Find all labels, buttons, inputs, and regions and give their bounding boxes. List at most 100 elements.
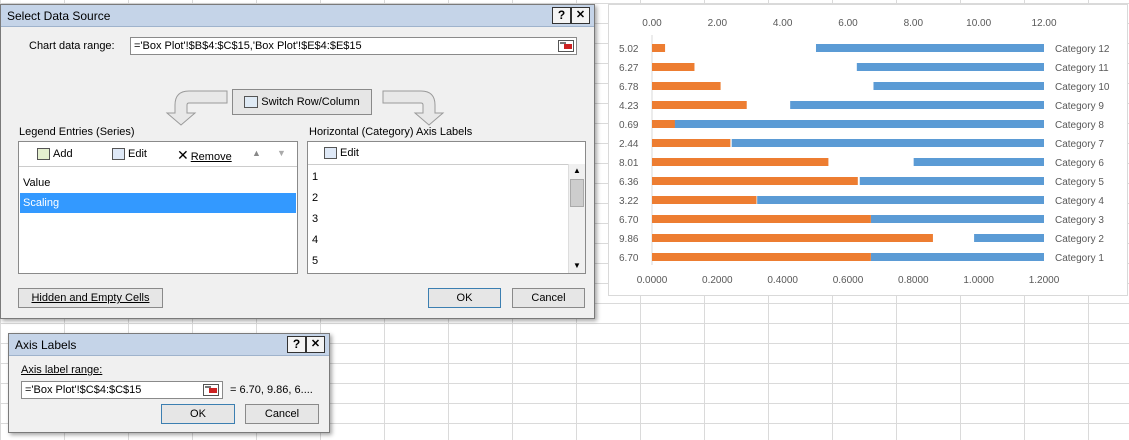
bar-series-2 [652,82,721,90]
bar-series-2 [652,44,666,52]
axis-dialog-titlebar[interactable]: Axis Labels ? ✕ [9,334,329,356]
bottom-axis-tick-label: 0.0000 [637,275,668,286]
bar-series-1 [859,177,1044,185]
close-button[interactable]: ✕ [306,336,325,353]
category-label: Category 4 [1055,196,1104,207]
legend-toolbar: Add Edit ✕ Remove ▲ ▼ [19,142,297,167]
category-label: Category 2 [1055,234,1104,245]
scroll-up-icon[interactable]: ▲ [570,164,584,178]
category-item[interactable]: 1 [312,167,318,187]
axis-labels-header: Horizontal (Category) Axis Labels [309,126,473,138]
chart-data-range-label: Chart data range: [29,40,115,52]
left-axis-label: 4.23 [619,101,639,112]
bar-series-2 [652,101,747,109]
axis-label-range-field[interactable]: ='Box Plot'!$C$4:$C$15 [21,381,223,399]
bar-series-2 [652,196,757,204]
bar-series-1 [856,63,1044,71]
bar-chart[interactable]: 0.00 2.00 4.00 6.00 8.00 10.00 12.00 0.0000 0.20… [608,4,1128,296]
axis-label-range-label: Axis label range: [21,364,103,376]
bottom-axis-tick-label: 1.2000 [1029,275,1060,286]
top-axis-tick-label: 10.00 [966,18,991,29]
collapse-range-icon[interactable] [558,40,574,52]
category-label: Category 5 [1055,177,1104,188]
scroll-down-icon[interactable]: ▼ [570,259,584,273]
select-data-source-dialog: Select Data Source ? ✕ Chart data range:… [0,4,595,319]
collapse-range-icon[interactable] [203,384,219,396]
axis-dialog-title: Axis Labels [15,338,77,352]
series-item-scaling[interactable]: Scaling [20,193,296,213]
help-button[interactable]: ? [552,7,571,24]
category-label: Category 6 [1055,158,1104,169]
scroll-thumb[interactable] [570,179,584,207]
edit-icon [112,148,125,161]
left-axis-label: 0.69 [619,120,639,131]
top-axis-tick-label: 2.00 [708,18,728,29]
switch-row-column-button[interactable]: Switch Row/Column [232,89,372,115]
bar-series-1 [731,139,1044,147]
bar-series-2 [652,253,871,261]
category-label: Category 3 [1055,215,1104,226]
top-axis-tick-label: 12.00 [1031,18,1056,29]
left-axis-label: 5.02 [619,44,639,55]
category-label: Category 11 [1055,63,1109,74]
bar-series-2 [652,215,871,223]
top-axis-tick-label: 6.00 [838,18,858,29]
bar-series-1 [790,101,1044,109]
left-axis-label: 6.27 [619,63,639,74]
category-label: Category 9 [1055,101,1104,112]
edit-label: Edit [128,148,147,160]
edit-icon [324,147,337,160]
category-item[interactable]: 2 [312,188,318,208]
bar-series-1 [870,215,1044,223]
axis-toolbar: Edit [308,142,585,165]
top-axis-tick-label: 8.00 [904,18,924,29]
bottom-axis-tick-label: 0.2000 [702,275,733,286]
category-axis-panel: Edit 1 2 3 4 5 ▲ ▼ [307,141,586,274]
add-label: Add [53,148,73,160]
remove-series-button[interactable]: ✕ Remove [177,147,232,164]
help-button[interactable]: ? [287,336,306,353]
series-item-value[interactable]: Value [20,173,296,193]
category-label: Category 8 [1055,120,1104,131]
chart-svg: 0.00 2.00 4.00 6.00 8.00 10.00 12.00 0.0000 0.20… [619,18,1110,286]
left-axis-label: 8.01 [619,158,639,169]
cancel-button[interactable]: Cancel [245,404,319,424]
close-button[interactable]: ✕ [571,7,590,24]
bottom-axis-tick-label: 0.4000 [767,275,798,286]
left-axis-label: 6.78 [619,82,639,93]
bar-series-1 [815,44,1044,52]
top-axis-tick-label: 4.00 [773,18,793,29]
left-axis-label: 6.36 [619,177,639,188]
edit-series-button[interactable]: Edit [112,148,147,161]
category-label: Category 12 [1055,44,1110,55]
bar-series-1 [873,82,1044,90]
move-up-icon[interactable]: ▲ [252,148,261,158]
category-item[interactable]: 3 [312,209,318,229]
move-down-icon[interactable]: ▼ [277,148,286,158]
ok-button[interactable]: OK [428,288,501,308]
left-axis-label: 3.22 [619,196,639,207]
axis-list-scrollbar[interactable]: ▲ ▼ [568,164,585,273]
category-item[interactable]: 5 [312,251,318,271]
legend-entries-panel: Add Edit ✕ Remove ▲ ▼ Value Scaling [18,141,298,274]
ok-button[interactable]: OK [161,404,235,424]
axis-labels-dialog: Axis Labels ? ✕ Axis label range: ='Box … [8,333,330,433]
chart-data-range-field[interactable]: ='Box Plot'!$B$4:$C$15,'Box Plot'!$E$4:$… [130,37,577,55]
edit-axis-labels-button[interactable]: Edit [324,147,359,160]
bar-series-1 [913,158,1044,166]
bar-series-2 [652,120,675,128]
add-series-button[interactable]: Add [37,148,73,161]
remove-icon: ✕ [177,147,189,163]
bar-series-2 [652,177,858,185]
category-item[interactable]: 4 [312,230,318,250]
dialog-titlebar[interactable]: Select Data Source ? ✕ [1,5,594,27]
legend-entries-header: Legend Entries (Series) [19,126,135,138]
cancel-button[interactable]: Cancel [512,288,585,308]
switch-icon [244,96,259,109]
bar-series-1 [674,120,1044,128]
left-axis-label: 2.44 [619,139,639,150]
switch-row-column-label: Switch Row/Column [261,95,360,108]
category-label: Category 7 [1055,139,1104,150]
remove-label: Remove [190,151,232,163]
hidden-empty-cells-button[interactable]: Hidden and Empty Cells [18,288,163,308]
